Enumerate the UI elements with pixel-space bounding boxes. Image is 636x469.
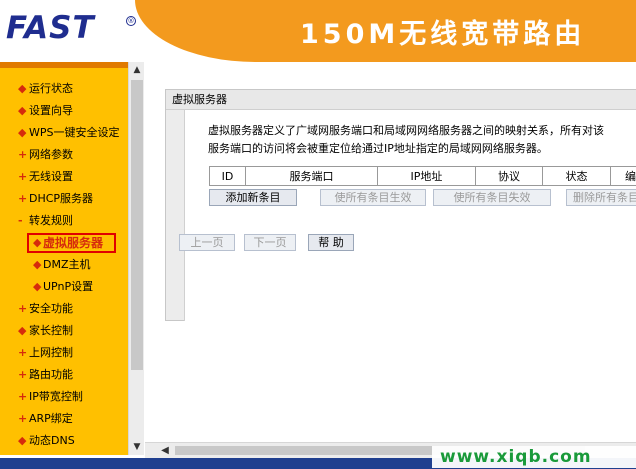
sidebar-item-label: WPS一键安全设定	[29, 126, 120, 139]
diamond-bullet-icon: ◆	[18, 126, 27, 139]
description-line-1: 虚拟服务器定义了广域网服务端口和局域网网络服务器之间的映射关系，所有对该	[208, 124, 604, 137]
sidebar-item-status[interactable]: ◆ 运行状态	[0, 78, 128, 100]
sidebar-item-label: 家长控制	[29, 324, 73, 337]
column-status: 状态	[543, 167, 611, 185]
diamond-bullet-icon: ◆	[18, 324, 27, 337]
prev-page-button[interactable]: 上一页	[179, 234, 235, 251]
next-page-button[interactable]: 下一页	[244, 234, 296, 251]
diamond-bullet-icon: ◆	[18, 82, 27, 95]
sidebar-item-label: 运行状态	[29, 82, 73, 95]
sidebar-item-label: UPnP设置	[43, 280, 94, 293]
diamond-bullet-icon: ◆	[33, 258, 42, 271]
product-title: 150M无线宽带路由	[300, 19, 586, 50]
sidebar-item-setup-wizard[interactable]: ◆ 设置向导	[0, 100, 128, 122]
sidebar-item-arp[interactable]: + ARP绑定	[0, 408, 128, 430]
scroll-down-icon[interactable]: ▼	[129, 439, 145, 455]
scroll-up-icon[interactable]: ▲	[129, 62, 145, 78]
nav-list: ◆ 运行状态 ◆ 设置向导 ◆ WPS一键安全设定 + 网络参数 + 无线设置 + DHCP…	[0, 78, 128, 452]
sidebar-item-label: 无线设置	[29, 170, 73, 183]
sidebar-item-dhcp[interactable]: + DHCP服务器	[0, 188, 128, 210]
virtual-server-panel: 虚拟服务器 虚拟服务器定义了广域网服务端口和局域网网络服务器之间的映射关系，所有…	[165, 89, 636, 321]
sidebar-scrollbar[interactable]: ▲ ▼	[128, 62, 144, 455]
sidebar-item-label: 上网控制	[29, 346, 73, 359]
registered-mark: ®	[126, 16, 136, 26]
diamond-bullet-icon: ◆	[18, 104, 27, 117]
sidebar-item-label: 网络参数	[29, 148, 73, 161]
sidebar-item-access-control[interactable]: + 上网控制	[0, 342, 128, 364]
expand-plus-icon: +	[18, 192, 28, 205]
panel-body: 虚拟服务器定义了广域网服务端口和局域网网络服务器之间的映射关系，所有对该 服务端…	[179, 110, 636, 321]
column-protocol: 协议	[476, 167, 543, 185]
sidebar-item-label: 设置向导	[29, 104, 73, 117]
sidebar-item-label: IP带宽控制	[29, 390, 83, 403]
sidebar-item-label: ARP绑定	[29, 412, 73, 425]
expand-plus-icon: +	[18, 148, 28, 161]
enable-all-button[interactable]: 使所有条目生效	[320, 189, 426, 206]
sidebar-item-label: 路由功能	[29, 368, 73, 381]
logo-text: FAST	[6, 10, 95, 46]
site-watermark: www.xiqb.com	[432, 446, 636, 468]
sidebar-item-virtual-server[interactable]: ◆ 虚拟服务器	[0, 232, 128, 254]
diamond-bullet-icon: ◆	[18, 434, 27, 447]
sidebar-item-network[interactable]: + 网络参数	[0, 144, 128, 166]
column-edit: 编	[611, 167, 636, 185]
sidebar-item-label: 动态DNS	[29, 434, 75, 447]
column-ip-address: IP地址	[378, 167, 476, 185]
fast-logo: FAST ®	[6, 10, 136, 50]
sidebar-item-label: 转发规则	[29, 214, 73, 227]
add-entry-button[interactable]: 添加新条目	[209, 189, 297, 206]
expand-plus-icon: +	[18, 390, 28, 403]
expand-plus-icon: +	[18, 412, 28, 425]
expand-plus-icon: +	[18, 346, 28, 359]
sidebar-item-upnp[interactable]: ◆ UPnP设置	[0, 276, 128, 298]
sidebar-item-label: DMZ主机	[43, 258, 91, 271]
disable-all-button[interactable]: 使所有条目失效	[433, 189, 551, 206]
column-service-port: 服务端口	[246, 167, 378, 185]
sidebar-item-parental-control[interactable]: ◆ 家长控制	[0, 320, 128, 342]
delete-all-button[interactable]: 删除所有条目	[566, 189, 636, 206]
header-banner: FAST ® 150M无线宽带路由	[0, 0, 636, 62]
sidebar-item-wps[interactable]: ◆ WPS一键安全设定	[0, 122, 128, 144]
expand-plus-icon: +	[18, 170, 28, 183]
sidebar-item-wireless[interactable]: + 无线设置	[0, 166, 128, 188]
help-button[interactable]: 帮 助	[308, 234, 354, 251]
sidebar-item-label: DHCP服务器	[29, 192, 94, 205]
sidebar-menu: ◆ 运行状态 ◆ 设置向导 ◆ WPS一键安全设定 + 网络参数 + 无线设置 + DHCP…	[0, 62, 128, 455]
sidebar-item-dmz[interactable]: ◆ DMZ主机	[0, 254, 128, 276]
sidebar-item-label: 安全功能	[29, 302, 73, 315]
collapse-minus-icon: -	[18, 214, 23, 227]
scroll-left-icon[interactable]: ◀	[157, 443, 173, 459]
diamond-bullet-icon: ◆	[33, 236, 42, 249]
diamond-bullet-icon: ◆	[33, 280, 42, 293]
expand-plus-icon: +	[18, 368, 28, 381]
sidebar-item-security[interactable]: + 安全功能	[0, 298, 128, 320]
panel-title: 虚拟服务器	[166, 90, 636, 110]
sidebar-item-forwarding[interactable]: - 转发规则	[0, 210, 128, 232]
sidebar-item-routing[interactable]: + 路由功能	[0, 364, 128, 386]
sidebar-item-label: 虚拟服务器	[43, 236, 104, 250]
main-content: 虚拟服务器 虚拟服务器定义了广域网服务端口和局域网网络服务器之间的映射关系，所有…	[145, 62, 636, 442]
sidebar-item-bandwidth[interactable]: + IP带宽控制	[0, 386, 128, 408]
column-id: ID	[210, 167, 246, 185]
sidebar-item-ddns[interactable]: ◆ 动态DNS	[0, 430, 128, 452]
scrollbar-thumb[interactable]	[131, 80, 143, 370]
description-line-2: 服务端口的访问将会被重定位给通过IP地址指定的局域网网络服务器。	[208, 142, 548, 155]
expand-plus-icon: +	[18, 302, 28, 315]
description-text: 虚拟服务器定义了广域网服务端口和局域网网络服务器之间的映射关系，所有对该 服务端…	[208, 122, 636, 158]
virtual-server-table-header: ID 服务端口 IP地址 协议 状态 编	[209, 166, 636, 186]
